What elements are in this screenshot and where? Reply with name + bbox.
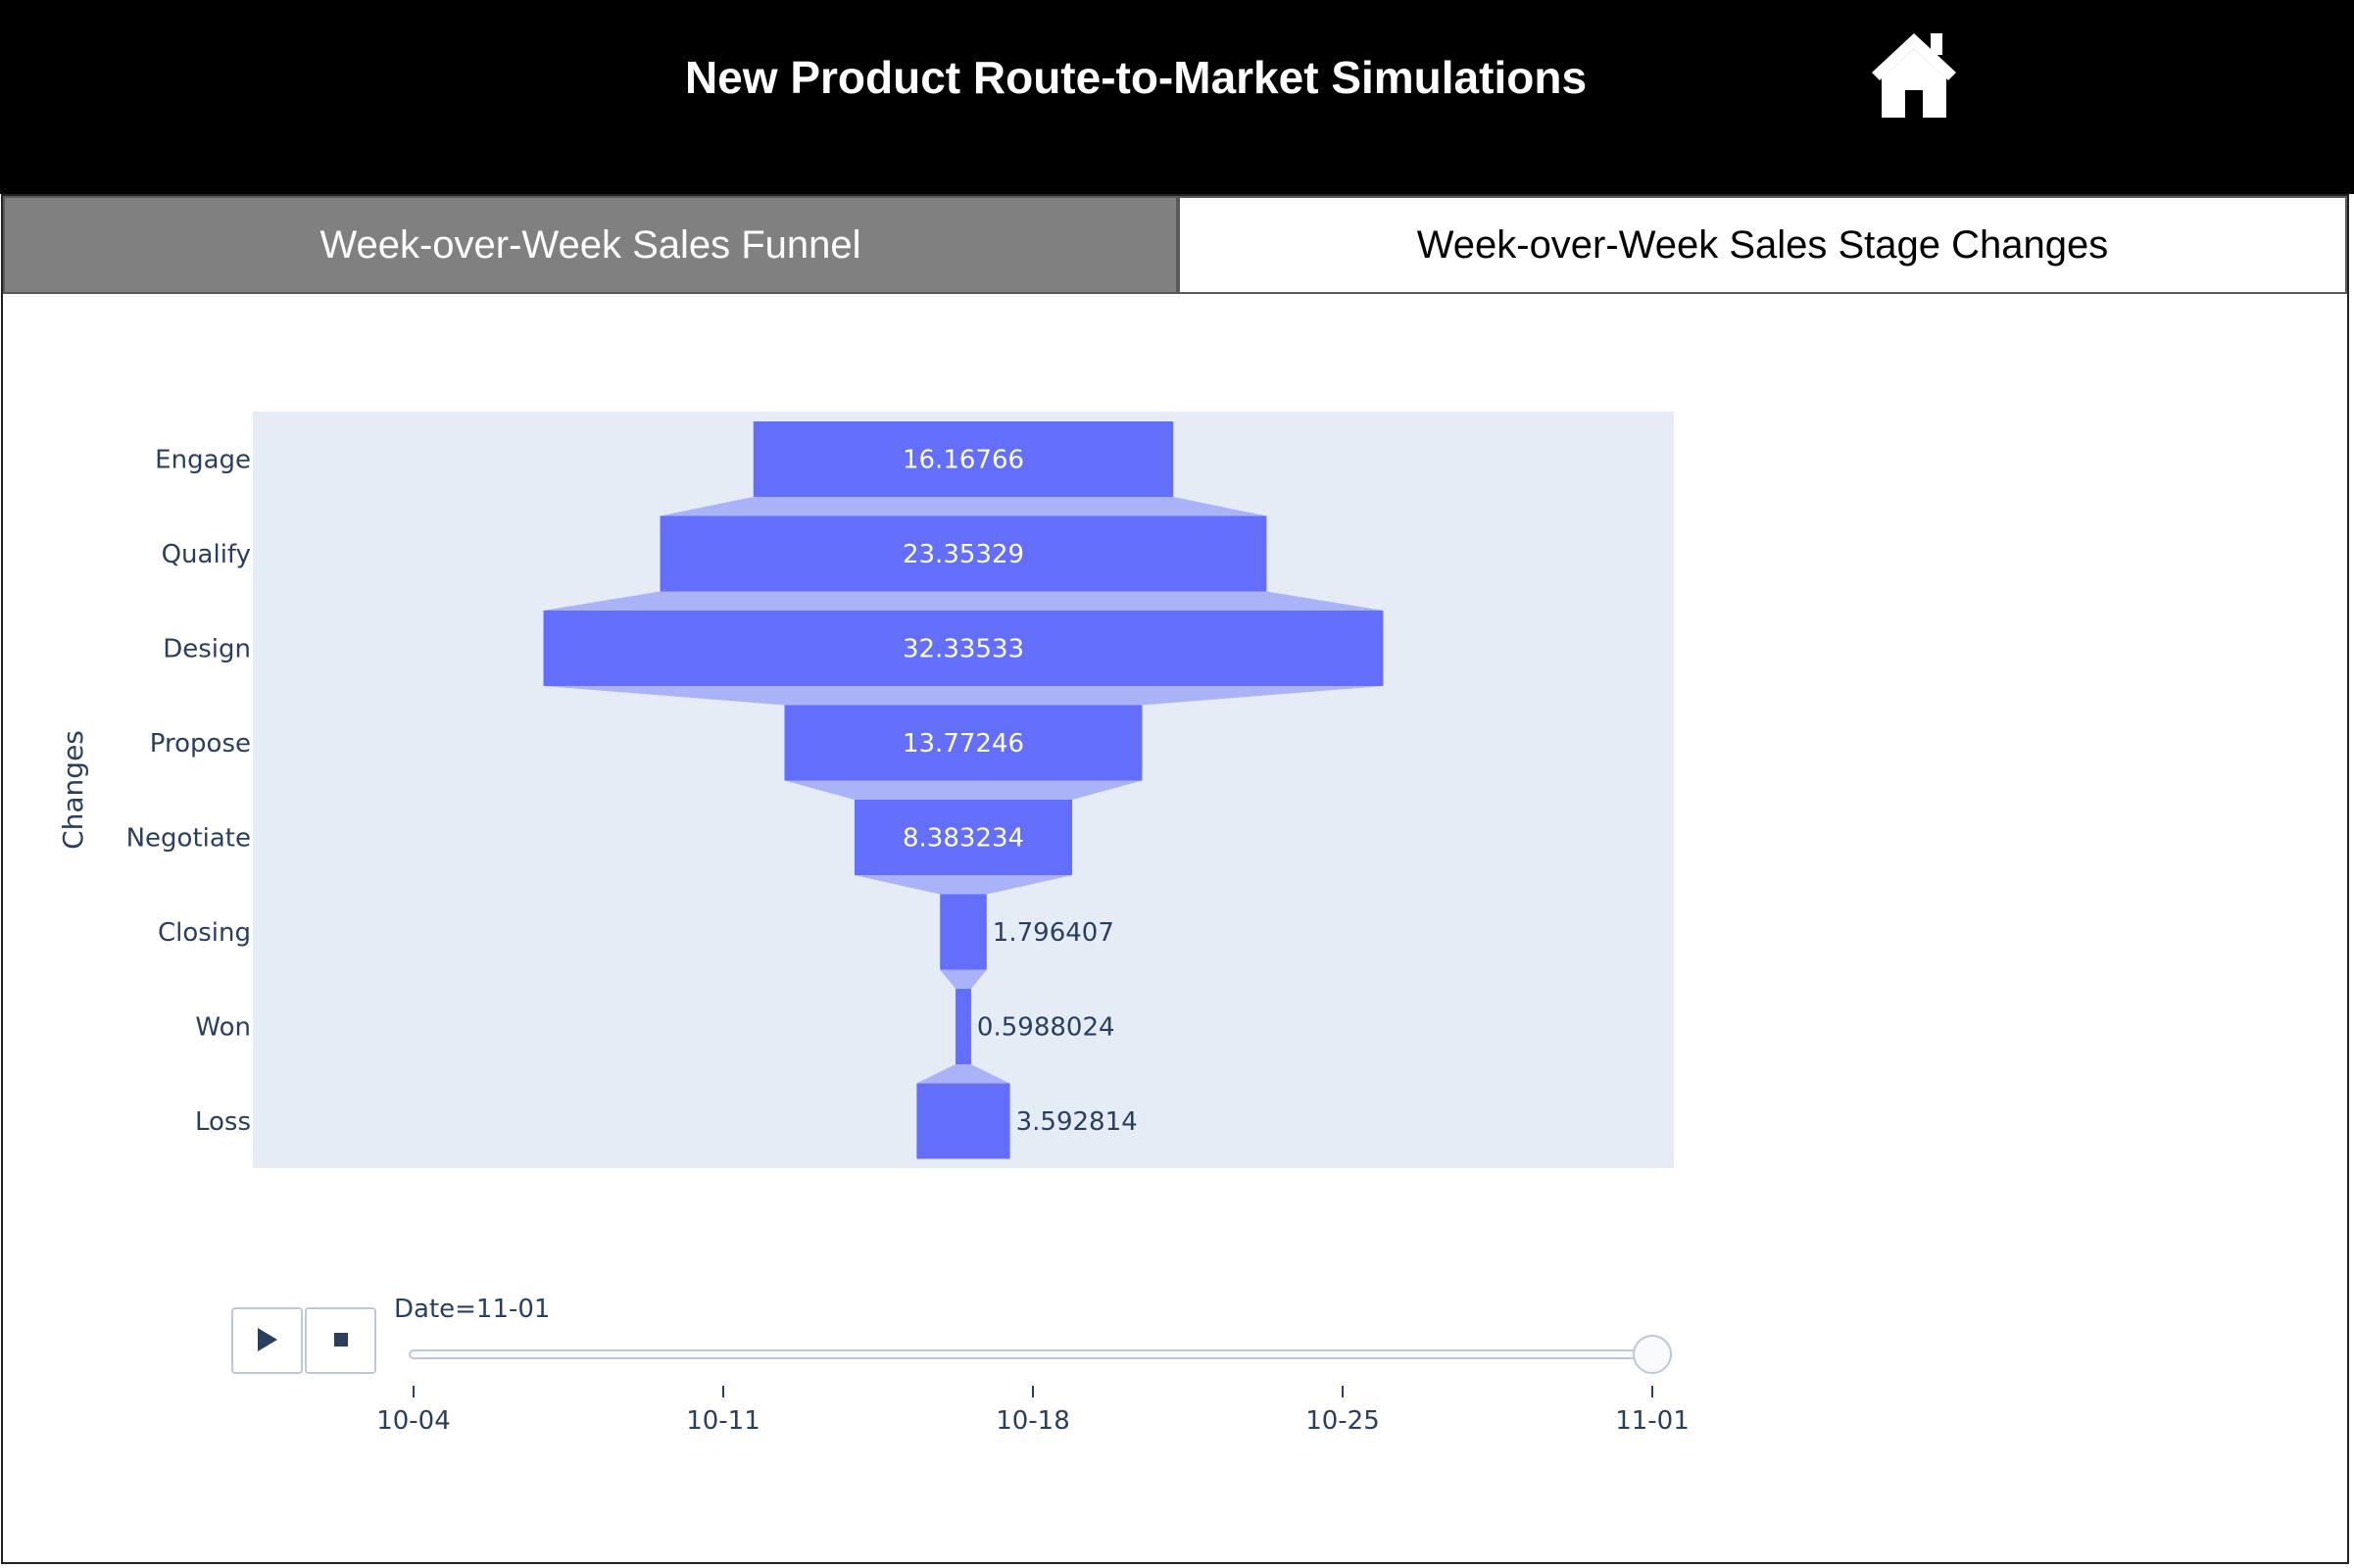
y-axis-title: Changes [57,730,89,850]
stop-icon [334,1333,348,1347]
slider-tick-label: 10-04 [376,1406,451,1436]
slider-grip[interactable] [1633,1335,1672,1374]
y-tick-label: Loss [195,1107,251,1137]
funnel-bar [940,894,987,970]
slider-ticks: 10-04 10-11 10-18 10-25 11-01 [376,1386,1690,1436]
funnel-bar [956,989,971,1064]
funnel-value-label: 13.77246 [903,729,1024,759]
funnel-value-label: 23.35329 [903,540,1024,569]
funnel-value-label: 0.5988024 [977,1013,1115,1043]
stop-button[interactable] [305,1307,376,1374]
slider-tick-label: 10-18 [996,1406,1070,1436]
slider-tick-label: 11-01 [1615,1406,1690,1436]
y-tick-label: Qualify [162,540,251,569]
funnel-value-label: 8.383234 [903,824,1024,854]
funnel-value-label: 1.796407 [993,918,1114,948]
funnel-value-label: 32.33533 [903,635,1024,664]
funnel-connector [543,591,1384,611]
y-tick-label: Negotiate [126,824,251,854]
slider-rail[interactable] [409,1349,1657,1359]
funnel-value-label: 16.16766 [903,446,1024,475]
y-tick-label: Won [195,1013,251,1043]
y-tick-labels: Engage Qualify Design Propose Negotiate Closi… [126,446,251,1138]
y-tick-label: Engage [155,446,251,475]
funnel-chart: 16.16766 23.35329 32.33533 13.77246 8.383234… [57,412,1690,1436]
slider-tick-label: 10-25 [1305,1406,1380,1436]
play-button[interactable] [231,1307,303,1374]
funnel-value-label: 3.592814 [1016,1107,1138,1137]
slider-tick-label: 10-11 [686,1406,760,1436]
funnel-bar [916,1083,1010,1159]
y-tick-label: Closing [158,918,251,948]
funnel-connector [660,497,1267,516]
y-tick-label: Propose [150,729,251,759]
slider-current-label: Date=11-01 [394,1295,550,1324]
y-tick-label: Design [163,635,251,664]
